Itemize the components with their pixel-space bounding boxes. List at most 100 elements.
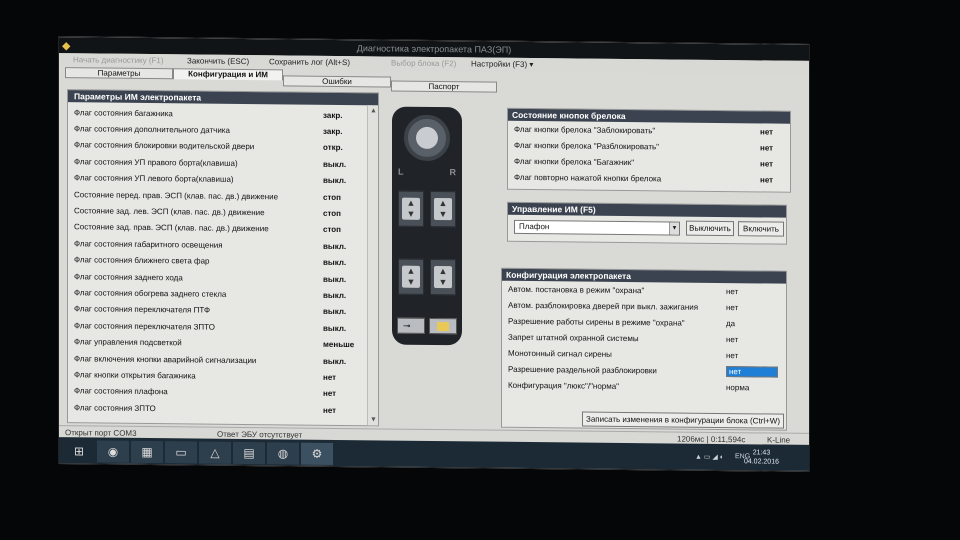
tab-errors[interactable]: Ошибки: [283, 75, 391, 88]
param-value: нет: [323, 372, 337, 382]
separate-unlock-select[interactable]: нет: [726, 365, 778, 378]
param-value: выкл.: [323, 356, 347, 366]
window-switch-rr-icon: ▲ ▼: [430, 258, 456, 296]
param-label: Флаг кнопки брелока "Разблокировать": [514, 140, 659, 151]
param-label: Флаг управления подсветкой: [74, 337, 182, 348]
param-label: Флаг кнопки брелока "Багажник": [514, 156, 635, 167]
param-row: Конфигурация "люкс"/"норма" норма: [502, 377, 786, 396]
app-icon[interactable]: ▦: [131, 440, 163, 464]
green-app-icon[interactable]: ◍: [267, 442, 299, 465]
param-label: Флаг состояния багажника: [74, 107, 173, 118]
param-label: Флаг состояния обогрева заднего стекла: [74, 288, 227, 299]
start-button-icon[interactable]: ⊞: [63, 440, 95, 463]
param-label: Состояние перед. прав. ЭСП (клав. пас. д…: [74, 189, 279, 202]
im-select[interactable]: Плафон ▼: [514, 219, 680, 236]
app-screen: ◆ Диагностика электропакета ПАЗ(ЭП) Нача…: [58, 36, 810, 472]
im-select-value: Плафон: [519, 221, 550, 232]
left-mirror-label-icon: L: [398, 166, 404, 177]
param-value: выкл.: [323, 290, 347, 301]
param-label: Флаг состояния ЗПТО: [74, 402, 156, 413]
finish-button[interactable]: Закончить (ESC): [187, 56, 249, 66]
mirror-joystick-icon: [404, 114, 450, 162]
config-panel: Конфигурация электропакета Автом. постан…: [501, 267, 787, 431]
turn-off-button[interactable]: Выключить: [686, 220, 734, 237]
param-value: нет: [760, 174, 774, 185]
param-label: Флаг состояния габаритного освещения: [74, 239, 223, 250]
param-label: Запрет штатной охранной системы: [508, 332, 639, 343]
start-diagnostics-button[interactable]: Начать диагностику (F1): [73, 55, 164, 65]
param-value: меньше: [323, 339, 355, 350]
param-label: Автом. разблокировка дверей при выкл. за…: [508, 300, 699, 312]
clock-date: 04.02.2016: [743, 458, 779, 466]
param-value: выкл.: [323, 274, 347, 284]
param-label: Флаг состояния ближнего света фар: [74, 255, 210, 266]
param-value: откр.: [323, 143, 343, 153]
chrome-icon[interactable]: ◉: [97, 440, 129, 463]
folder-icon[interactable]: ▭: [165, 441, 197, 464]
scroll-up-icon[interactable]: ▲: [370, 107, 377, 114]
scroll-down-icon[interactable]: ▼: [370, 416, 377, 423]
im-params-list: Флаг состояния багажника закр. Флаг состоя…: [68, 104, 366, 419]
settings-menu[interactable]: Настройки (F3) ▾: [471, 59, 533, 69]
param-value: нет: [726, 350, 739, 360]
param-label: Флаг состояния УП левого борта(клавиша): [74, 173, 234, 185]
param-label: Флаг повторно нажатой кнопки брелока: [514, 172, 662, 183]
tab-passport[interactable]: Паспорт: [391, 80, 497, 93]
select-block-button[interactable]: Выбор блока (F2): [391, 59, 456, 69]
im-params-panel: Параметры ИМ электропакета Флаг состояни…: [67, 89, 379, 427]
param-label: Флаг состояния переключателя ЗПТО: [74, 320, 215, 332]
param-row: Флаг состояния ЗПТО нет: [68, 399, 366, 419]
clock[interactable]: 21:43 04.02.2016: [744, 448, 779, 466]
param-label: Конфигурация "люкс"/"норма": [508, 380, 620, 391]
clock-time: 21:43: [752, 449, 771, 457]
param-value: выкл.: [323, 323, 347, 333]
files-icon[interactable]: ▤: [233, 441, 265, 465]
param-value: нет: [760, 142, 774, 153]
app-logo-icon: ◆: [62, 40, 71, 53]
save-log-button[interactable]: Сохранить лог (Alt+S): [269, 57, 350, 67]
im-params-scrollbar[interactable]: ▲ ▼: [367, 105, 378, 426]
write-config-button[interactable]: Записать изменения в конфигурации блока …: [582, 411, 784, 429]
keyfob-list: Флаг кнопки брелока "Заблокировать" нет Фл…: [508, 121, 790, 188]
param-label: Флаг состояния заднего хода: [74, 271, 183, 282]
param-value: закр.: [323, 110, 343, 120]
window-switch-rl-icon: ▲ ▼: [398, 258, 424, 295]
param-label: Состояние зад. прав. ЭСП (клав. пас. дв.…: [74, 222, 269, 234]
turn-on-button[interactable]: Включить: [738, 221, 784, 237]
param-label: Флаг включения кнопки аварийной сигнализ…: [74, 353, 257, 365]
param-value: выкл.: [323, 307, 347, 317]
param-label: Флаг состояния УП правого борта(клавиша): [74, 157, 238, 168]
keyfob-panel: Состояние кнопок брелока Флаг кнопки бре…: [507, 107, 791, 193]
param-value: стоп: [323, 192, 341, 202]
chevron-down-icon[interactable]: ▼: [669, 222, 679, 235]
param-row: Флаг повторно нажатой кнопки брелока нет: [508, 169, 790, 188]
param-label: Флаг кнопки брелока "Заблокировать": [514, 124, 656, 135]
door-switch-unit-image: L R ▲ ▼ ▲ ▼ ▲ ▼ ▲ ▼ ⊸: [392, 106, 462, 346]
param-label: Автом. постановка в режим "охрана": [508, 284, 645, 295]
param-label: Разрешение работы сирены в режиме "охран…: [508, 316, 685, 328]
tray-icons[interactable]: ▲ ▭ ◢ ◐: [695, 453, 724, 461]
param-label: Флаг кнопки открытия багажника: [74, 370, 196, 381]
param-label: Флаг состояния дополнительного датчика: [74, 124, 230, 135]
param-value: стоп: [323, 208, 341, 219]
interior-light-button-icon: [429, 317, 457, 335]
tab-config[interactable]: Конфигурация и ИМ: [173, 68, 283, 81]
param-value: да: [726, 318, 736, 328]
param-value: нет: [726, 334, 739, 344]
diagnostics-app-icon[interactable]: ⚙: [301, 442, 333, 465]
im-control-title: Управление ИМ (F5): [508, 202, 786, 218]
param-value: нет: [726, 302, 739, 312]
window-title: Диагностика электропакета ПАЗ(ЭП): [356, 43, 512, 55]
im-control-panel: Управление ИМ (F5) Плафон ▼ Выключить Вк…: [507, 201, 787, 245]
window-switch-fl-icon: ▲ ▼: [398, 190, 424, 227]
param-label: Разрешение раздельной разблокировки: [508, 364, 657, 375]
param-label: Состояние зад. лев. ЭСП (клав. пас. дв.)…: [74, 206, 265, 218]
param-value: выкл.: [323, 176, 347, 186]
status-line: K-Line: [767, 435, 791, 445]
param-label: Флаг состояния плафона: [74, 386, 168, 397]
param-value: нет: [726, 286, 739, 296]
tab-params[interactable]: Параметры: [65, 67, 173, 80]
param-value: нет: [760, 126, 774, 137]
vlc-icon[interactable]: △: [199, 441, 231, 464]
im-params-title: Параметры ИМ электропакета: [68, 90, 378, 106]
